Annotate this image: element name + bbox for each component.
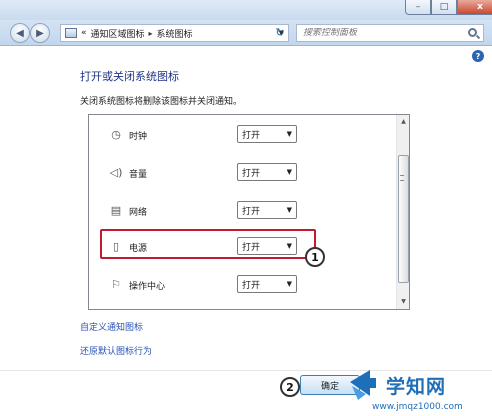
minimize-button[interactable]: – [405, 0, 431, 15]
watermark-logo: 学知网 www.jmqz1000.com [340, 360, 492, 416]
list-item-label: 网络 [129, 208, 148, 218]
navigation-bar: ◀ ▶ « 通知区域图标 ▸ 系统图标 ▼ ↻ [0, 20, 492, 46]
list-item-label: 音量 [129, 170, 148, 180]
search-icon[interactable] [468, 28, 477, 37]
chevron-down-icon: ▼ [286, 130, 292, 138]
search-box[interactable] [296, 24, 484, 42]
scroll-down-icon[interactable]: ▼ [398, 296, 409, 308]
chevron-down-icon: ▼ [286, 206, 292, 214]
list-item-clock: ◷ 时钟 打开 ▼ [89, 123, 397, 147]
back-button[interactable]: ◀ [10, 23, 30, 43]
action-center-behavior-select[interactable]: 打开 ▼ [237, 275, 297, 293]
scroll-up-icon[interactable]: ▲ [398, 116, 409, 128]
chevron-down-icon: ▼ [286, 280, 292, 288]
search-input[interactable] [303, 28, 453, 38]
callout-marker-1: 1 [305, 247, 325, 267]
help-icon[interactable]: ? [472, 50, 484, 62]
forward-button[interactable]: ▶ [30, 23, 50, 43]
watermark-url: www.jmqz1000.com [372, 402, 463, 412]
list-item-label: 时钟 [129, 132, 148, 142]
refresh-icon[interactable]: ↻ [272, 24, 288, 40]
restore-default-icon-behaviors-link[interactable]: 还原默认图标行为 [80, 344, 152, 357]
chevron-down-icon: ▼ [286, 168, 292, 176]
volume-behavior-select[interactable]: 打开 ▼ [237, 163, 297, 181]
list-item-volume: ◁) 音量 打开 ▼ [89, 161, 397, 185]
callout-marker-2: 2 [280, 377, 300, 397]
network-behavior-select[interactable]: 打开 ▼ [237, 201, 297, 219]
list-scrollbar[interactable]: ▲ ▼ [396, 115, 409, 309]
system-icons-list: ◷ 时钟 打开 ▼ ◁) 音量 打开 ▼ ▤ 网络 打开 ▼ ▯ 电源 打开 ▼… [88, 114, 410, 310]
breadcrumb-item-system-icons[interactable]: 系统图标 [157, 27, 193, 40]
address-bar[interactable]: « 通知区域图标 ▸ 系统图标 ▼ [60, 24, 289, 42]
page-description: 关闭系统图标将删除该图标并关闭通知。 [80, 97, 243, 107]
clock-icon: ◷ [111, 127, 121, 141]
page-title: 打开或关闭系统图标 [80, 70, 179, 83]
clock-behavior-select[interactable]: 打开 ▼ [237, 125, 297, 143]
select-value: 打开 [242, 130, 261, 141]
power-row-highlight [100, 229, 316, 259]
close-button[interactable]: x [457, 0, 492, 15]
window-controls: – □ x [405, 0, 492, 16]
list-item-action-center: ⚐ 操作中心 打开 ▼ [89, 273, 397, 297]
breadcrumb-separator-icon[interactable]: ▸ [149, 29, 153, 38]
select-value: 打开 [242, 206, 261, 217]
title-bar: – □ x [0, 0, 492, 20]
maximize-button[interactable]: □ [431, 0, 457, 15]
flag-icon: ⚐ [111, 277, 121, 291]
select-value: 打开 [242, 280, 261, 291]
scroll-grip-icon [400, 175, 404, 181]
watermark-title: 学知网 [386, 376, 447, 398]
network-icon: ▤ [110, 203, 122, 217]
control-panel-icon [65, 28, 77, 38]
volume-icon: ◁) [109, 165, 123, 179]
list-item-network: ▤ 网络 打开 ▼ [89, 199, 397, 223]
watermark-arrow-icon [350, 370, 376, 400]
breadcrumb-item-notification-icons[interactable]: 通知区域图标 [91, 27, 145, 40]
breadcrumb-prefix[interactable]: « [81, 28, 87, 38]
customize-notification-icons-link[interactable]: 自定义通知图标 [80, 320, 143, 333]
select-value: 打开 [242, 168, 261, 179]
list-item-label: 操作中心 [129, 282, 166, 292]
